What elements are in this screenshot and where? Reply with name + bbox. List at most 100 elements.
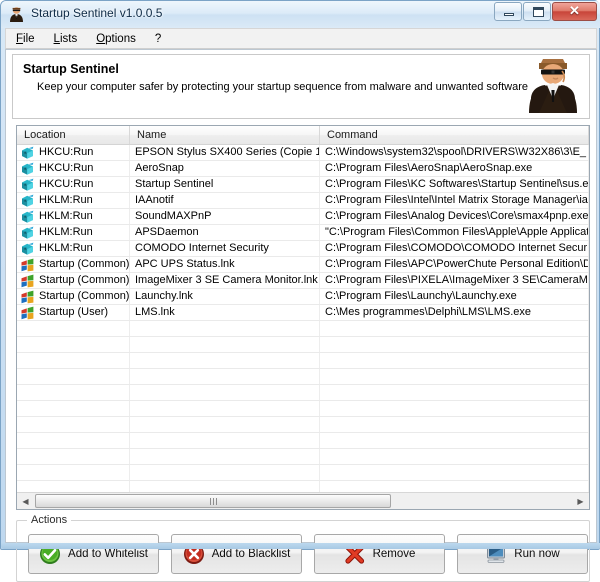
location-text: Startup (Common) bbox=[39, 274, 130, 286]
table-row-empty[interactable] bbox=[17, 337, 589, 353]
table-row[interactable]: HKLM:Run SoundMAXPnP C:\Program Files\Anal… bbox=[17, 209, 589, 225]
table-row[interactable]: Startup (Common) ImageMixer 3 SE Camera M… bbox=[17, 273, 589, 289]
cell-name: APSDaemon bbox=[130, 225, 320, 240]
location-text: HKLM:Run bbox=[39, 210, 93, 222]
run-now-button[interactable]: Run now bbox=[457, 534, 588, 574]
remove-button[interactable]: Remove bbox=[314, 534, 445, 574]
cell-location: Startup (Common) bbox=[17, 257, 130, 272]
menu-bar: File Lists Options ? bbox=[5, 28, 597, 49]
menu-item-options[interactable]: Options bbox=[94, 31, 145, 47]
cell-name: IAAnotif bbox=[130, 193, 320, 208]
windows-flag-icon bbox=[21, 290, 34, 304]
column-header-location[interactable]: Location bbox=[17, 126, 130, 144]
cell-command bbox=[320, 369, 589, 384]
table-row[interactable]: Startup (Common) APC UPS Status.lnk C:\Pro… bbox=[17, 257, 589, 273]
cell-command bbox=[320, 449, 589, 464]
cell-location: HKLM:Run bbox=[17, 193, 130, 208]
table-row[interactable]: HKLM:Run APSDaemon "C:\Program Files\Commo… bbox=[17, 225, 589, 241]
cell-location bbox=[17, 385, 130, 400]
cell-name bbox=[130, 353, 320, 368]
table-row-empty[interactable] bbox=[17, 481, 589, 492]
cell-command: C:\Program Files\APC\PowerChute Personal… bbox=[320, 257, 589, 272]
cell-name: LMS.lnk bbox=[130, 305, 320, 320]
table-row-empty[interactable] bbox=[17, 401, 589, 417]
banner-subtitle: Keep your computer safer by protecting y… bbox=[37, 81, 528, 93]
location-text: Startup (User) bbox=[39, 306, 109, 318]
menu-options-accel: O bbox=[96, 32, 106, 45]
table-row-empty[interactable] bbox=[17, 353, 589, 369]
menu-options-label: ptions bbox=[105, 32, 136, 45]
menu-item-file[interactable]: File bbox=[14, 31, 44, 47]
cell-name: AeroSnap bbox=[130, 161, 320, 176]
cell-name: Startup Sentinel bbox=[130, 177, 320, 192]
maximize-button[interactable] bbox=[523, 2, 551, 21]
location-text: HKLM:Run bbox=[39, 194, 93, 206]
table-row-empty[interactable] bbox=[17, 449, 589, 465]
grip-line bbox=[212, 497, 214, 505]
table-row[interactable]: Startup (User) LMS.lnk C:\Mes programmes\D… bbox=[17, 305, 589, 321]
agent-icon bbox=[529, 59, 577, 113]
cell-location bbox=[17, 321, 130, 336]
title-bar[interactable]: Startup Sentinel v1.0.0.5 ✕ bbox=[1, 1, 600, 28]
close-button[interactable]: ✕ bbox=[552, 2, 597, 21]
scroll-right-arrow-icon[interactable]: ▶ bbox=[572, 493, 589, 509]
location-text: Startup (Common) bbox=[39, 290, 130, 302]
table-row-empty[interactable] bbox=[17, 417, 589, 433]
cell-command: C:\Program Files\Launchy\Launchy.exe bbox=[320, 289, 589, 304]
minimize-button[interactable] bbox=[494, 2, 522, 21]
table-row-empty[interactable] bbox=[17, 321, 589, 337]
cell-location bbox=[17, 449, 130, 464]
table-row[interactable]: HKCU:Run Startup Sentinel C:\Program Files… bbox=[17, 177, 589, 193]
cell-command bbox=[320, 465, 589, 480]
cell-command bbox=[320, 401, 589, 416]
column-header-name[interactable]: Name bbox=[130, 126, 320, 144]
location-text: HKCU:Run bbox=[39, 146, 94, 158]
app-icon bbox=[10, 7, 23, 22]
menu-item-help[interactable]: ? bbox=[153, 31, 170, 47]
cell-command: C:\Program Files\COMODO\COMODO Internet … bbox=[320, 241, 589, 256]
add-to-whitelist-button[interactable]: Add to Whitelist bbox=[28, 534, 159, 574]
horizontal-scrollbar[interactable]: ◀ ▶ bbox=[17, 492, 589, 509]
cell-command: C:\Program Files\Analog Devices\Core\sma… bbox=[320, 209, 589, 224]
location-text: Startup (Common) bbox=[39, 258, 130, 270]
cell-name bbox=[130, 337, 320, 352]
cell-location: Startup (User) bbox=[17, 305, 130, 320]
table-row[interactable]: HKLM:Run COMODO Internet Security C:\Progr… bbox=[17, 241, 589, 257]
cell-command bbox=[320, 385, 589, 400]
scrollbar-track[interactable] bbox=[34, 493, 572, 509]
table-row[interactable]: HKCU:Run AeroSnap C:\Program Files\AeroSna… bbox=[17, 161, 589, 177]
windows-flag-icon bbox=[21, 306, 34, 320]
registry-icon bbox=[22, 226, 34, 239]
maximize-icon bbox=[533, 7, 544, 17]
cell-name: APC UPS Status.lnk bbox=[130, 257, 320, 272]
cell-name: SoundMAXPnP bbox=[130, 209, 320, 224]
cell-location bbox=[17, 369, 130, 384]
list-header-row: Location Name Command bbox=[17, 126, 589, 145]
cell-name: COMODO Internet Security bbox=[130, 241, 320, 256]
table-row-empty[interactable] bbox=[17, 369, 589, 385]
table-row[interactable]: HKLM:Run IAAnotif C:\Program Files\Intel\I… bbox=[17, 193, 589, 209]
cell-location: HKLM:Run bbox=[17, 241, 130, 256]
menu-item-lists[interactable]: Lists bbox=[52, 31, 87, 47]
cell-command: C:\Program Files\PIXELA\ImageMixer 3 SE\… bbox=[320, 273, 589, 288]
cell-name bbox=[130, 465, 320, 480]
action-buttons: Add to Whitelist Add to Blacklist Remove… bbox=[28, 534, 600, 574]
scroll-left-arrow-icon[interactable]: ◀ bbox=[17, 493, 34, 509]
column-header-command[interactable]: Command bbox=[320, 126, 589, 144]
cell-command: C:\Program Files\KC Softwares\Startup Se… bbox=[320, 177, 589, 192]
scrollbar-thumb[interactable] bbox=[35, 494, 391, 508]
table-row-empty[interactable] bbox=[17, 433, 589, 449]
table-row[interactable]: HKCU:Run EPSON Stylus SX400 Series (Copie… bbox=[17, 145, 589, 161]
cell-command bbox=[320, 321, 589, 336]
cell-name bbox=[130, 433, 320, 448]
cell-command bbox=[320, 417, 589, 432]
table-row-empty[interactable] bbox=[17, 385, 589, 401]
cell-name bbox=[130, 417, 320, 432]
actions-group: Actions Add to Whitelist Add to Blacklis… bbox=[16, 514, 590, 582]
cell-command: "C:\Program Files\Common Files\Apple\App… bbox=[320, 225, 589, 240]
location-text: HKLM:Run bbox=[39, 226, 93, 238]
table-row[interactable]: Startup (Common) Launchy.lnk C:\Program Fi… bbox=[17, 289, 589, 305]
table-row-empty[interactable] bbox=[17, 465, 589, 481]
startup-entries-list[interactable]: Location Name Command HKCU:Run EPSON Styl… bbox=[16, 125, 590, 510]
add-to-blacklist-button[interactable]: Add to Blacklist bbox=[171, 534, 302, 574]
